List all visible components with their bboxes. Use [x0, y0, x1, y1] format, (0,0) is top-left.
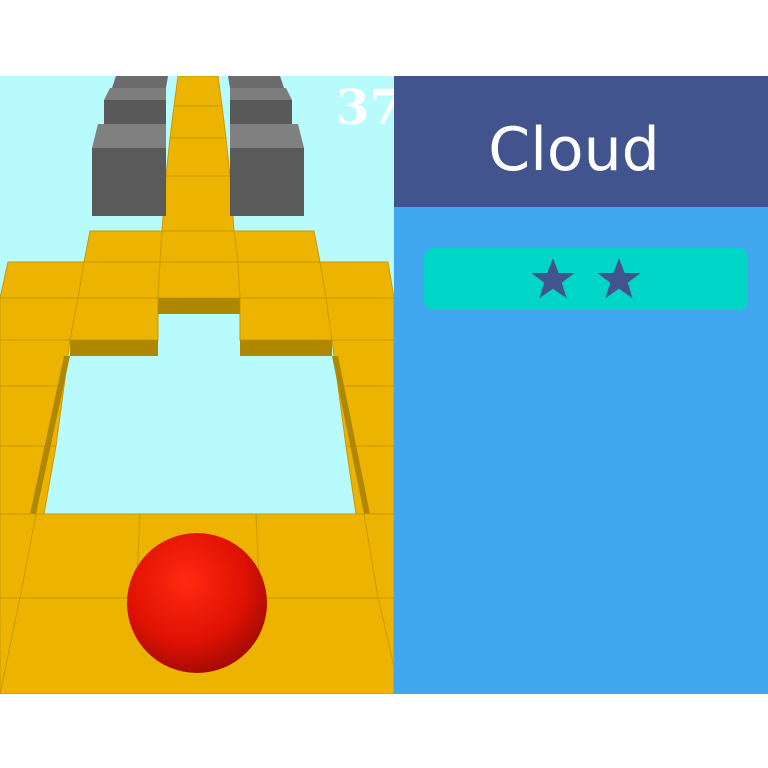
game-viewport[interactable]: [0, 76, 394, 694]
star-icon: [531, 258, 575, 299]
star-icon: [597, 258, 641, 299]
score-counter: 37: [336, 80, 403, 136]
narrow-path: [161, 76, 235, 232]
level-title: Cloud: [488, 115, 660, 185]
player-ball: [127, 533, 267, 673]
star-rating: [424, 248, 748, 310]
level-panel: Cloud: [394, 76, 768, 694]
level-header: Cloud: [394, 76, 768, 207]
game-scene: [0, 76, 394, 694]
